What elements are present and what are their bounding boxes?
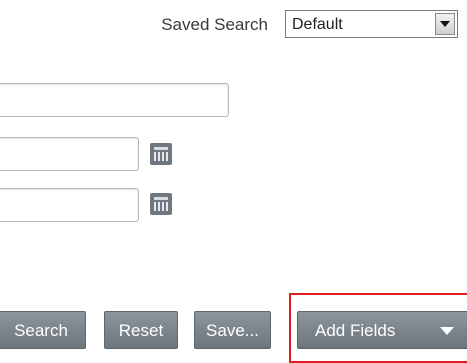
search-button[interactable]: Search (0, 311, 86, 349)
calendar-grid (154, 202, 168, 211)
caret-down-icon (440, 327, 454, 335)
saved-search-select[interactable]: Default (285, 10, 458, 38)
search-text-field[interactable] (0, 83, 229, 117)
end-date-field[interactable] (0, 188, 139, 222)
calendar-icon[interactable] (150, 193, 172, 215)
chevron-down-icon[interactable] (435, 13, 455, 35)
add-fields-button[interactable]: Add Fields (297, 311, 467, 349)
saved-search-label: Saved Search (161, 15, 268, 34)
saved-search-value: Default (292, 16, 343, 33)
start-date-field[interactable] (0, 137, 139, 171)
add-fields-label: Add Fields (315, 321, 396, 340)
calendar-grid (154, 152, 168, 161)
calendar-icon[interactable] (150, 143, 172, 165)
reset-button[interactable]: Reset (104, 311, 178, 349)
save-button[interactable]: Save... (194, 311, 271, 349)
